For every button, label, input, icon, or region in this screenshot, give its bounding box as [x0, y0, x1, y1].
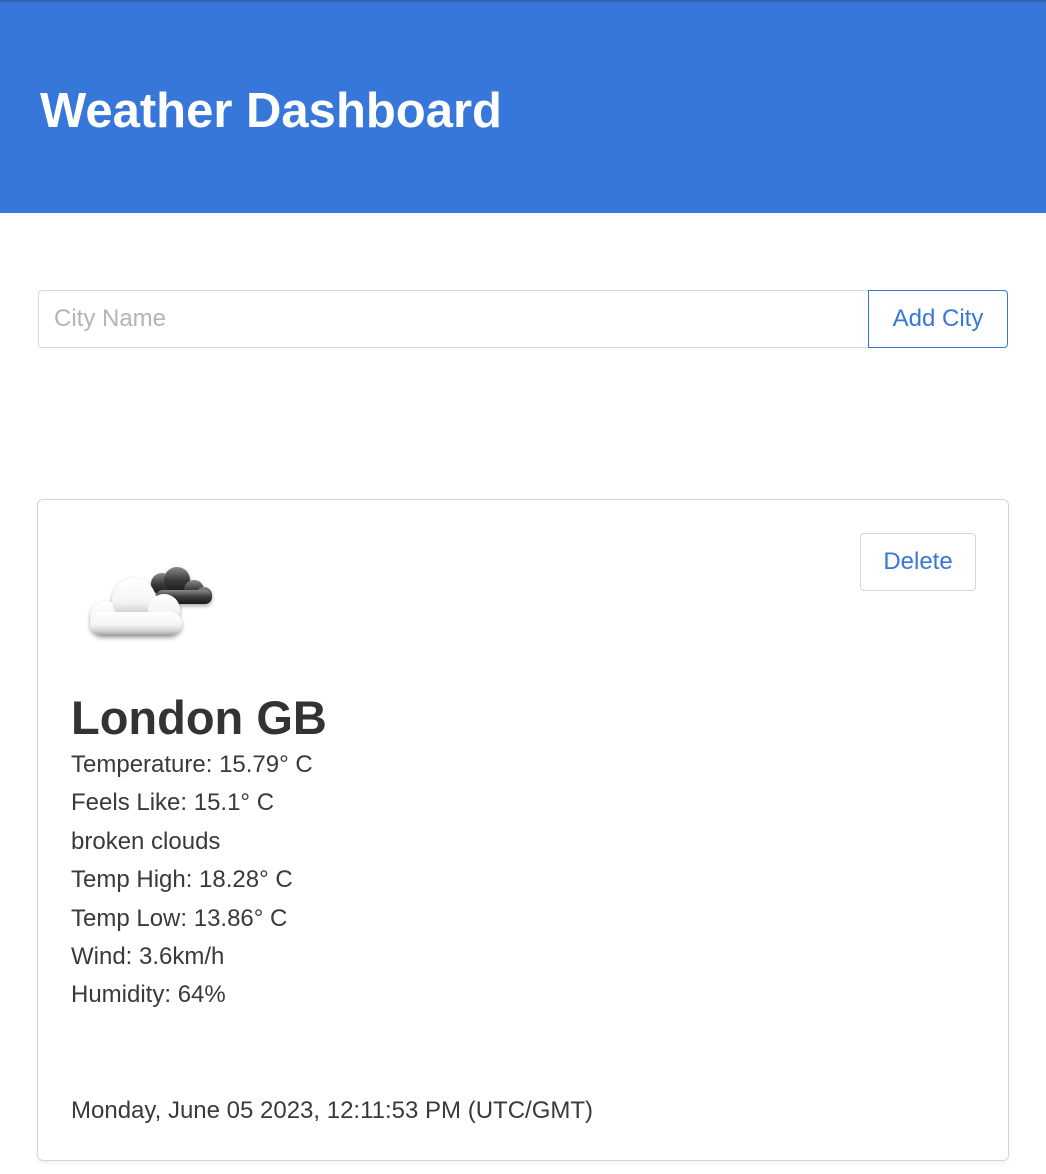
city-name-heading: London GB — [71, 691, 327, 744]
add-city-form: Add City — [38, 290, 1008, 348]
city-name-input[interactable] — [38, 290, 869, 348]
header-bar: Weather Dashboard — [0, 0, 1046, 213]
temp-low-text: Temp Low: 13.86° C — [71, 904, 288, 932]
add-city-button[interactable]: Add City — [868, 290, 1008, 348]
temperature-text: Temperature: 15.79° C — [71, 751, 313, 778]
weather-description-text: broken clouds — [71, 827, 221, 855]
broken-clouds-icon — [90, 567, 212, 636]
humidity-text: Humidity: 64% — [71, 981, 226, 1009]
weather-details: Temperature: 15.79° C Feels Like: 15.1° … — [71, 746, 313, 1015]
page-title: Weather Dashboard — [40, 84, 502, 138]
timestamp-text: Monday, June 05 2023, 12:11:53 PM (UTC/G… — [71, 1097, 594, 1124]
feels-like-text: Feels Like: 15.1° C — [71, 789, 275, 817]
wind-text: Wind: 3.6km/h — [71, 943, 225, 971]
temp-high-text: Temp High: 18.28° C — [71, 866, 293, 894]
weather-card: Delete London GB Temperature: 15.79° C F… — [37, 499, 1009, 1161]
delete-button[interactable]: Delete — [860, 533, 976, 591]
